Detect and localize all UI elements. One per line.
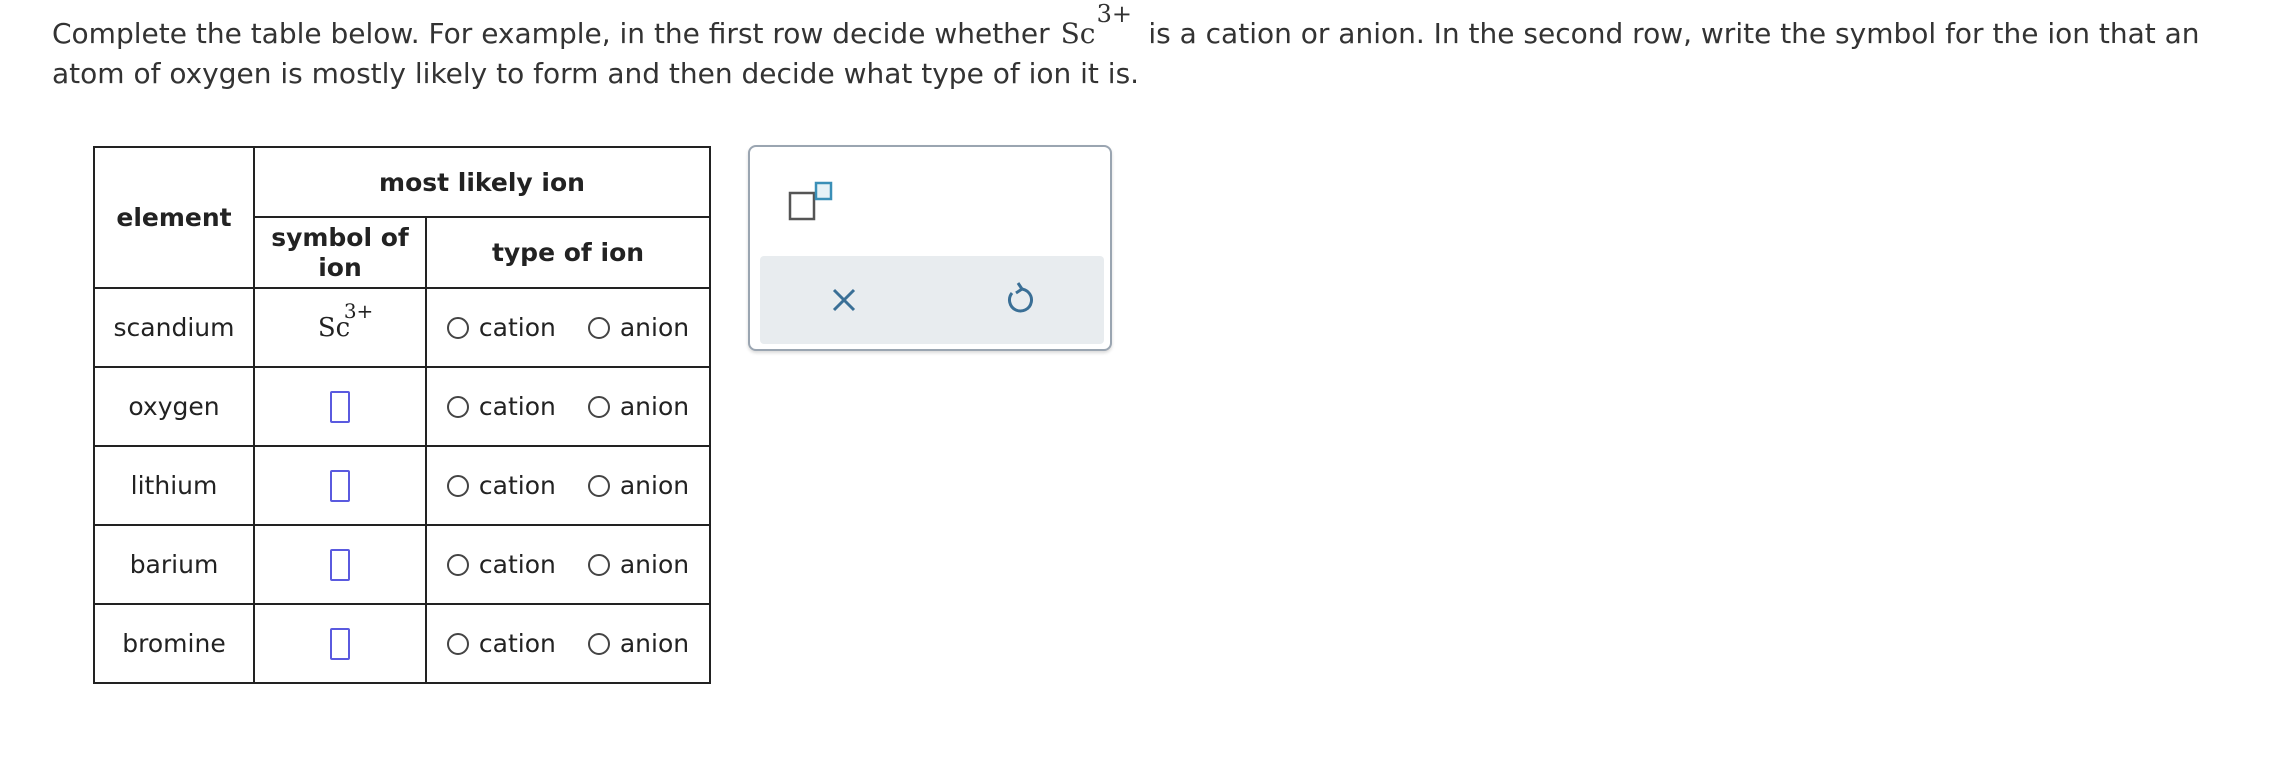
radio-circle-icon[interactable]	[446, 474, 469, 497]
symbol-cell	[253, 366, 427, 447]
type-cell: cation anion	[425, 445, 711, 526]
table-row: oxygen cation anion	[93, 366, 711, 447]
example-charge: 3+	[1096, 0, 1132, 28]
ion-symbol-input[interactable]	[330, 627, 350, 660]
cation-radio[interactable]: cation	[446, 550, 556, 579]
x-icon[interactable]	[826, 282, 862, 318]
table-row: bromine cation anion	[93, 603, 711, 684]
ion-type-radio-group: cation anion	[427, 313, 709, 342]
table-row: barium cation anion	[93, 524, 711, 605]
radio-circle-icon[interactable]	[446, 316, 469, 339]
radio-circle-icon[interactable]	[446, 632, 469, 655]
radio-circle-icon[interactable]	[587, 632, 610, 655]
type-cell: cation anion	[425, 603, 711, 684]
radio-circle-icon[interactable]	[446, 553, 469, 576]
cation-radio[interactable]: cation	[446, 392, 556, 421]
header-symbol-of-ion: symbol of ion	[253, 216, 427, 289]
symbol-cell	[253, 603, 427, 684]
symbol-cell	[253, 445, 427, 526]
ion-symbol-input[interactable]	[330, 469, 350, 502]
element-name: scandium	[93, 287, 255, 368]
header-type-of-ion: type of ion	[425, 216, 711, 289]
ion-symbol-scandium: Sc 3+	[317, 298, 374, 343]
table-row: scandium Sc 3+ cation anion	[93, 287, 711, 368]
table-row: lithium cation anion	[93, 445, 711, 526]
ion-table: element most likely ion symbol of ion ty…	[93, 146, 711, 684]
type-cell: cation anion	[425, 287, 711, 368]
type-cell: cation anion	[425, 524, 711, 605]
ion-symbol-input[interactable]	[330, 390, 350, 423]
ion-symbol-input[interactable]	[330, 548, 350, 581]
answer-tool-panel	[748, 145, 1112, 351]
ion-type-radio-group: cation anion	[427, 471, 709, 500]
radio-circle-icon[interactable]	[587, 316, 610, 339]
undo-icon[interactable]	[1002, 282, 1038, 318]
type-cell: cation anion	[425, 366, 711, 447]
element-name: oxygen	[93, 366, 255, 447]
element-name: lithium	[93, 445, 255, 526]
header-most-likely-ion: most likely ion	[253, 146, 711, 218]
radio-circle-icon[interactable]	[587, 395, 610, 418]
ion-type-radio-group: cation anion	[427, 550, 709, 579]
cation-radio[interactable]: cation	[446, 313, 556, 342]
anion-radio[interactable]: anion	[587, 550, 689, 579]
ion-type-radio-group: cation anion	[427, 392, 709, 421]
header-element: element	[93, 146, 255, 289]
action-bar	[760, 256, 1104, 344]
superscript-box-icon[interactable]	[788, 181, 834, 221]
radio-circle-icon[interactable]	[587, 474, 610, 497]
anion-radio[interactable]: anion	[587, 471, 689, 500]
anion-radio[interactable]: anion	[587, 392, 689, 421]
ion-type-radio-group: cation anion	[427, 629, 709, 658]
cation-radio[interactable]: cation	[446, 629, 556, 658]
instructions-part1: Complete the table below. For example, i…	[52, 17, 1059, 50]
example-chemical-symbol: Sc 3+	[1061, 0, 1136, 54]
symbol-cell: Sc 3+	[253, 287, 427, 368]
cation-radio[interactable]: cation	[446, 471, 556, 500]
anion-radio[interactable]: anion	[587, 313, 689, 342]
anion-radio[interactable]: anion	[587, 629, 689, 658]
symbol-cell	[253, 524, 427, 605]
element-name: bromine	[93, 603, 255, 684]
element-name: barium	[93, 524, 255, 605]
radio-circle-icon[interactable]	[446, 395, 469, 418]
radio-circle-icon[interactable]	[587, 553, 610, 576]
instructions-text: Complete the table below. For example, i…	[52, 0, 2262, 94]
